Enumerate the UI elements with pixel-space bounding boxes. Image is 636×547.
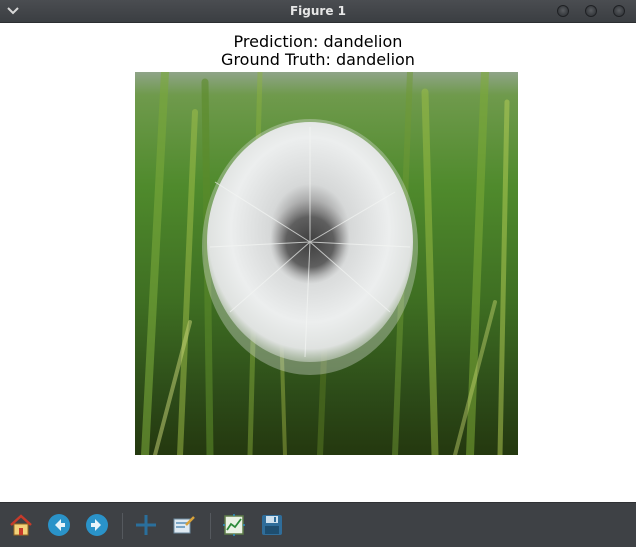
pan-move-icon bbox=[136, 515, 156, 535]
zoom-button[interactable] bbox=[172, 513, 196, 537]
zoom-rect-icon bbox=[173, 516, 195, 534]
toolbar-separator bbox=[210, 513, 211, 539]
save-icon bbox=[262, 515, 282, 535]
forward-arrow-icon bbox=[86, 514, 108, 536]
minimize-button[interactable] bbox=[557, 5, 569, 17]
subplots-icon bbox=[223, 514, 245, 536]
home-icon bbox=[10, 514, 32, 536]
close-button[interactable] bbox=[613, 5, 625, 17]
maximize-button[interactable] bbox=[585, 5, 597, 17]
configure-subplots-button[interactable] bbox=[222, 513, 246, 537]
forward-button[interactable] bbox=[85, 513, 109, 537]
ground-truth-title: Ground Truth: dandelion bbox=[221, 50, 415, 69]
back-button[interactable] bbox=[47, 513, 71, 537]
dandelion-image bbox=[135, 72, 518, 455]
title-bar[interactable]: Figure 1 bbox=[0, 0, 636, 23]
figure-canvas[interactable]: Prediction: dandelion Ground Truth: dand… bbox=[0, 23, 636, 502]
pan-button[interactable] bbox=[134, 513, 158, 537]
image-axes bbox=[135, 72, 518, 455]
navigation-toolbar bbox=[0, 502, 636, 547]
save-button[interactable] bbox=[260, 513, 284, 537]
home-button[interactable] bbox=[9, 513, 33, 537]
prediction-title: Prediction: dandelion bbox=[233, 32, 403, 51]
window-title: Figure 1 bbox=[289, 4, 347, 18]
figure-window: Figure 1 Prediction: dandelion Ground Tr… bbox=[0, 0, 636, 547]
toolbar-separator bbox=[122, 513, 123, 539]
back-arrow-icon bbox=[48, 514, 70, 536]
